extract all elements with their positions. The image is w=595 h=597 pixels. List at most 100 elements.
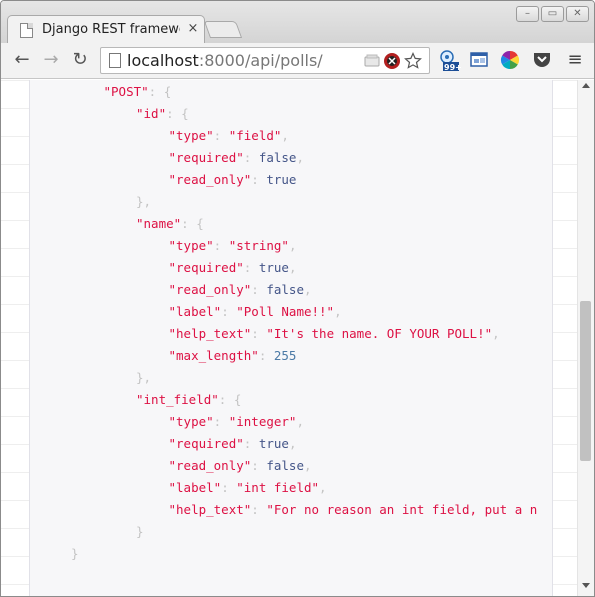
url-host: localhost bbox=[127, 51, 199, 70]
json-token-punc: } bbox=[71, 546, 79, 561]
url-text[interactable]: localhost:8000/api/polls/ bbox=[127, 51, 323, 70]
json-token-punc: , bbox=[319, 480, 327, 495]
extension-badge: 99+ bbox=[444, 63, 462, 72]
json-response-block: "POST": {"id": {"type": "field", "require… bbox=[29, 80, 553, 596]
blocker-extension-icon[interactable] bbox=[383, 52, 401, 70]
tab-close-icon[interactable]: × bbox=[186, 21, 200, 36]
json-token-punc: : bbox=[243, 150, 259, 165]
json-token-punc: } bbox=[136, 524, 144, 539]
scrollbar-thumb[interactable] bbox=[580, 301, 591, 461]
json-line: "int_field": { bbox=[136, 389, 241, 411]
json-line: "name": { bbox=[136, 213, 204, 235]
json-token-punc: , bbox=[296, 150, 304, 165]
json-token-punc: : { bbox=[218, 392, 242, 407]
json-token-punc: : bbox=[251, 282, 267, 297]
json-token-str: "string" bbox=[228, 238, 289, 253]
json-token-key: "help_text" bbox=[168, 326, 252, 341]
json-token-kw: true bbox=[258, 260, 289, 275]
json-token-punc: : bbox=[221, 480, 237, 495]
json-token-key: "type" bbox=[168, 414, 214, 429]
json-line: } bbox=[136, 521, 144, 543]
json-token-key: "int_field" bbox=[136, 392, 219, 407]
json-token-key: "max_length" bbox=[168, 348, 259, 363]
json-line: "required": true, bbox=[169, 257, 297, 279]
json-line: "label": "Poll Name!!", bbox=[169, 301, 342, 323]
json-token-punc: : { bbox=[148, 84, 172, 99]
json-line: "id": { bbox=[136, 103, 189, 125]
json-line: "type": "string", bbox=[169, 235, 297, 257]
cards-extension-icon[interactable] bbox=[363, 52, 381, 70]
json-token-punc: : bbox=[213, 238, 229, 253]
json-token-key: "label" bbox=[168, 480, 222, 495]
json-line: "required": false, bbox=[169, 147, 305, 169]
minimize-button[interactable]: – bbox=[516, 6, 539, 22]
json-token-punc: , bbox=[288, 436, 297, 451]
json-token-num: 255 bbox=[273, 348, 297, 363]
json-token-punc: : { bbox=[166, 106, 189, 121]
url-path: :8000/api/polls/ bbox=[198, 51, 323, 70]
tab-django-rest[interactable]: Django REST framework × bbox=[7, 15, 205, 44]
json-token-str: "integer" bbox=[228, 414, 297, 429]
new-tab-button[interactable] bbox=[203, 21, 243, 38]
page-favicon-icon bbox=[20, 23, 33, 38]
json-token-key: "label" bbox=[168, 304, 222, 319]
json-token-str: "field" bbox=[228, 128, 282, 143]
json-token-key: "help_text" bbox=[168, 502, 252, 517]
json-token-key: "type" bbox=[168, 128, 214, 143]
json-token-punc: : bbox=[213, 128, 229, 143]
json-token-key: "required" bbox=[168, 150, 244, 165]
json-token-key: "read_only" bbox=[168, 172, 252, 187]
json-token-punc: , bbox=[492, 326, 500, 341]
json-token-key: "POST" bbox=[103, 84, 149, 99]
json-token-punc: : bbox=[251, 502, 267, 517]
json-token-key: "required" bbox=[168, 436, 244, 451]
json-line: "POST": { bbox=[104, 81, 172, 103]
json-token-key: "type" bbox=[168, 238, 214, 253]
json-line: "type": "integer", bbox=[169, 411, 304, 433]
reload-icon[interactable]: ↻ bbox=[68, 48, 92, 72]
json-token-key: "required" bbox=[168, 260, 244, 275]
window-extension-icon[interactable] bbox=[468, 49, 490, 71]
vertical-scrollbar[interactable] bbox=[577, 80, 594, 596]
json-token-punc: , bbox=[304, 458, 312, 473]
page-content: "POST": {"id": {"type": "field", "require… bbox=[1, 80, 594, 596]
json-token-punc: : bbox=[251, 172, 267, 187]
menu-icon[interactable]: ≡ bbox=[564, 49, 586, 71]
json-token-punc: }, bbox=[136, 194, 152, 209]
json-line: "max_length": 255 bbox=[169, 345, 297, 367]
right-background bbox=[553, 80, 577, 596]
json-token-punc: , bbox=[281, 128, 289, 143]
scroll-down-icon[interactable] bbox=[582, 583, 590, 588]
title-bar: Django REST framework × – ▭ ✕ bbox=[1, 1, 594, 44]
browser-window: Django REST framework × – ▭ ✕ ← → ↻ loca… bbox=[0, 0, 595, 597]
json-token-key: "name" bbox=[136, 216, 182, 231]
json-token-punc: : bbox=[258, 348, 274, 363]
json-line: "label": "int field", bbox=[169, 477, 327, 499]
left-background bbox=[1, 80, 29, 596]
json-token-punc: : bbox=[243, 436, 259, 451]
json-line: "help_text": "It's the name. OF YOUR POL… bbox=[169, 323, 500, 345]
json-token-key: "id" bbox=[136, 106, 167, 121]
json-line: "help_text": "For no reason an int field… bbox=[169, 499, 538, 521]
json-line: "required": true, bbox=[169, 433, 297, 455]
close-window-button[interactable]: ✕ bbox=[566, 6, 589, 22]
json-line: "read_only": true bbox=[169, 169, 297, 191]
back-arrow-icon[interactable]: ← bbox=[10, 48, 34, 72]
json-token-str: "It's the name. OF YOUR POLL!" bbox=[266, 326, 493, 341]
restore-button[interactable]: ▭ bbox=[541, 6, 564, 22]
json-token-str: "int field" bbox=[236, 480, 320, 495]
json-line: } bbox=[71, 543, 79, 565]
json-token-kw: false bbox=[266, 282, 304, 297]
address-bar[interactable]: localhost:8000/api/polls/ bbox=[100, 47, 430, 74]
scroll-up-icon[interactable] bbox=[582, 83, 590, 88]
browser-toolbar: ← → ↻ localhost:8000/api/polls/ 99+ ≡ bbox=[1, 43, 594, 79]
color-picker-extension-icon[interactable] bbox=[499, 49, 521, 71]
bookmark-star-icon[interactable] bbox=[404, 52, 422, 70]
forward-arrow-icon[interactable]: → bbox=[39, 48, 63, 72]
json-token-punc: , bbox=[288, 260, 297, 275]
pocket-extension-icon[interactable] bbox=[531, 49, 553, 71]
tab-title: Django REST framework bbox=[42, 22, 180, 37]
json-line: }, bbox=[136, 191, 151, 213]
json-token-punc: , bbox=[296, 414, 304, 429]
json-token-kw: false bbox=[258, 150, 297, 165]
